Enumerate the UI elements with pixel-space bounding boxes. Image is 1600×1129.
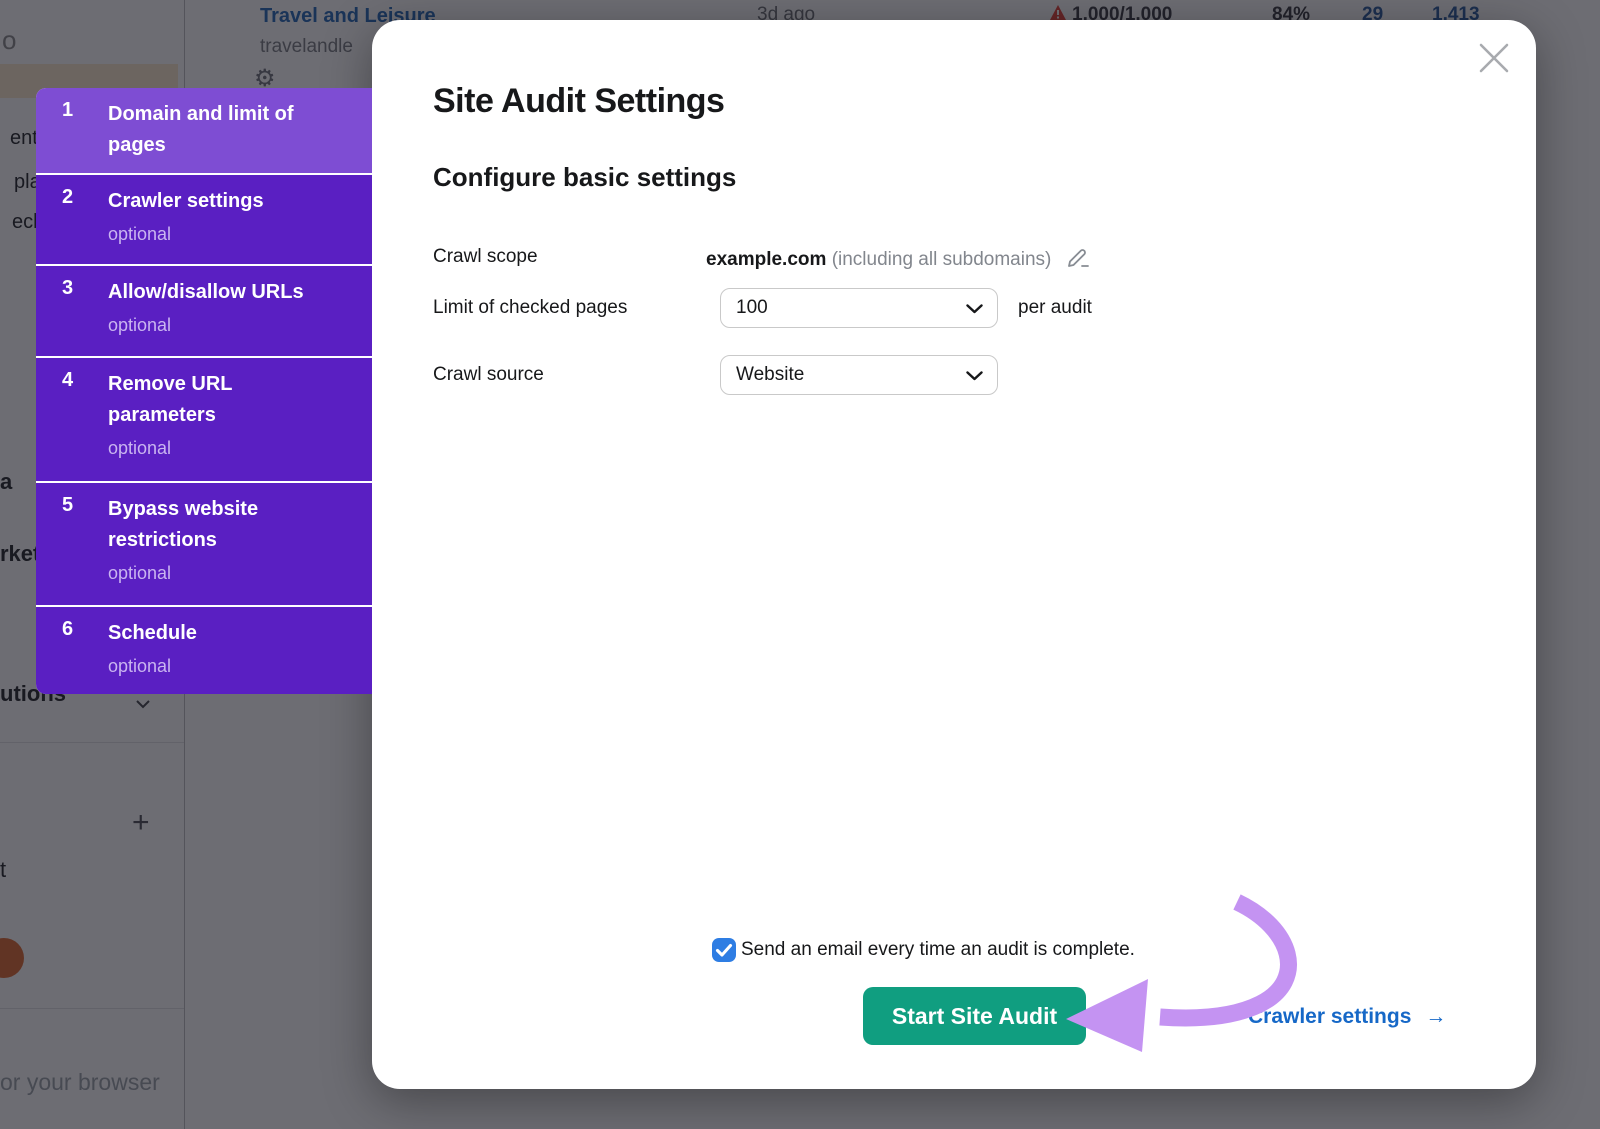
step-bypass-website-restrictions[interactable]: 5 Bypass website restrictions optional [36,483,372,605]
email-checkbox[interactable] [712,938,736,962]
edit-icon[interactable] [1065,244,1091,278]
limit-selected-value: 100 [736,297,768,318]
crawl-scope-domain: example.com [706,249,826,270]
crawl-source-selected-value: Website [736,364,804,385]
step-number: 3 [62,277,73,300]
email-checkbox-label: Send an email every time an audit is com… [741,938,1135,962]
step-number: 1 [62,99,73,122]
check-icon [712,938,736,962]
arrow-right-icon: → [1425,1005,1446,1028]
crawl-source-select[interactable]: Website [720,355,998,395]
step-number: 2 [62,186,73,209]
step-title: Domain and limit of pages [108,99,323,161]
crawl-scope-note-text: (including all subdomains) [832,249,1052,270]
wizard-steps: 1 Domain and limit of pages 2 Crawler se… [36,88,372,694]
chevron-down-icon [966,371,983,381]
step-number: 5 [62,494,73,517]
crawl-source-label: Crawl source [433,355,544,395]
per-audit-label: per audit [1018,288,1092,328]
step-optional-label: optional [108,654,323,678]
chevron-down-icon [966,304,983,314]
modal-title: Site Audit Settings [433,82,724,121]
crawl-scope-value: example.com (including all subdomains) [706,244,1091,278]
limit-of-checked-pages-label: Limit of checked pages [433,288,627,328]
step-title: Remove URL parameters [108,369,323,431]
section-heading: Configure basic settings [433,162,736,193]
step-optional-label: optional [108,436,323,460]
crawler-settings-link-label: Crawler settings [1248,1005,1411,1028]
step-title: Bypass website restrictions [108,494,323,556]
step-number: 6 [62,618,73,641]
page: o ent plat ecke a rket utions + t or you… [0,0,1600,1129]
step-schedule[interactable]: 6 Schedule optional [36,607,372,694]
step-crawler-settings[interactable]: 2 Crawler settings optional [36,175,372,264]
step-allow-disallow-urls[interactable]: 3 Allow/disallow URLs optional [36,266,372,356]
limit-of-checked-pages-select[interactable]: 100 [720,288,998,328]
step-title: Allow/disallow URLs [108,277,323,308]
crawler-settings-link[interactable]: Crawler settings → [1248,996,1446,1038]
step-optional-label: optional [108,561,323,585]
step-number: 4 [62,369,73,392]
step-domain-and-limit[interactable]: 1 Domain and limit of pages [36,88,372,173]
step-title: Schedule [108,618,323,649]
start-site-audit-button[interactable]: Start Site Audit [863,987,1086,1045]
step-optional-label: optional [108,222,323,246]
step-title: Crawler settings [108,186,323,217]
step-optional-label: optional [108,313,323,337]
step-remove-url-parameters[interactable]: 4 Remove URL parameters optional [36,358,372,481]
site-audit-settings-modal: Site Audit Settings Configure basic sett… [372,20,1536,1089]
close-icon[interactable] [1476,40,1512,76]
crawl-scope-label: Crawl scope [433,244,538,270]
